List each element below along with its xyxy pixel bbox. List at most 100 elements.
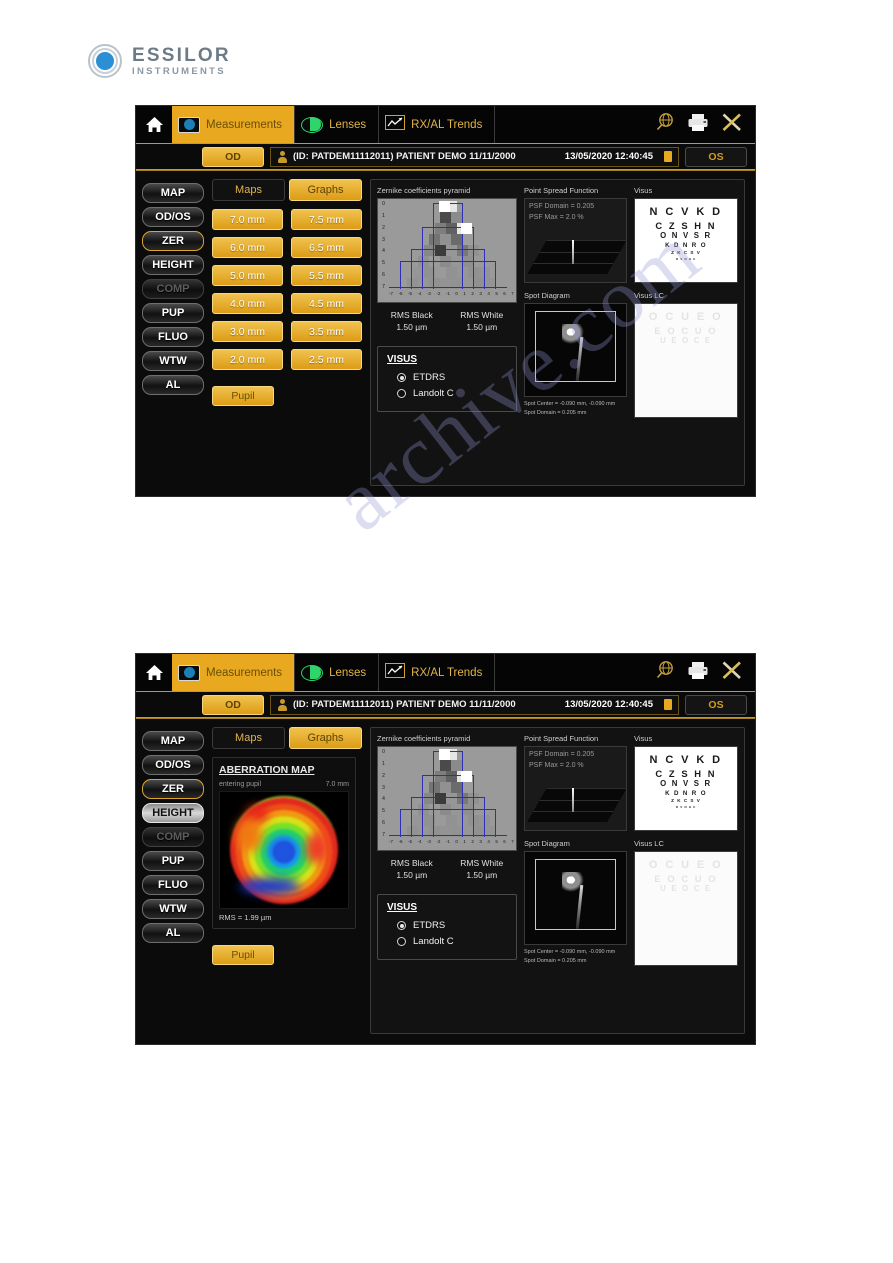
zernike-overlay-line: [411, 249, 485, 250]
diameter-button[interactable]: 5.0 mm: [212, 265, 283, 286]
tab-measurements[interactable]: Measurements: [172, 106, 296, 143]
zernike-cell: [445, 245, 457, 256]
pupil-button[interactable]: Pupil: [212, 945, 274, 965]
radio-etdrs-icon[interactable]: [397, 921, 406, 930]
rail-item-odos[interactable]: OD/OS: [142, 207, 204, 227]
rail-item-zer[interactable]: ZER: [142, 779, 204, 799]
visus-option-landolt[interactable]: Landolt C: [397, 388, 507, 399]
x-tick: 6: [503, 291, 506, 296]
globe-search-icon[interactable]: [655, 660, 675, 685]
rail-item-map[interactable]: MAP: [142, 731, 204, 751]
rail-item-height[interactable]: HEIGHT: [142, 255, 204, 275]
tab-lenses[interactable]: Lenses: [295, 106, 380, 143]
visus-eye-chart[interactable]: N C V K DC Z S H NO N V S RK D N R OZ K …: [634, 198, 738, 283]
spot-diagram-plot[interactable]: [524, 851, 627, 945]
visus-chart-row: D V O H C: [675, 256, 697, 261]
od-button[interactable]: OD: [202, 694, 264, 715]
zernike-cell: [462, 234, 473, 245]
radio-etdrs-icon[interactable]: [397, 373, 406, 382]
tab-graphs[interactable]: Graphs: [289, 727, 362, 749]
home-button[interactable]: [136, 654, 172, 691]
tab-rx-al-trends[interactable]: RX/AL Trends: [379, 654, 496, 691]
screen-body-1: MAP OD/OS ZER HEIGHT COMP PUP FLUO WTW A…: [136, 170, 755, 496]
rail-item-odos[interactable]: OD/OS: [142, 755, 204, 775]
zernike-overlay-line: [433, 203, 434, 289]
diameter-button[interactable]: 2.0 mm: [212, 349, 283, 370]
visus-chart-row: K D N R O: [665, 789, 707, 797]
aberration-map-plot[interactable]: [219, 791, 349, 909]
os-button[interactable]: OS: [685, 146, 747, 167]
visus-selector-1: VISUS ETDRS Landolt C: [377, 346, 517, 412]
visus-chart-row: E O C U O: [654, 872, 718, 884]
visus-option-landolt[interactable]: Landolt C: [397, 936, 507, 947]
pupil-button[interactable]: Pupil: [212, 386, 274, 406]
psf-plot[interactable]: PSF Domain = 0.205 PSF Max = 2.0 %: [524, 746, 627, 831]
rail-item-fluo[interactable]: FLUO: [142, 875, 204, 895]
tools-icon[interactable]: [721, 112, 743, 137]
x-tick: -7: [389, 839, 394, 844]
patient-info[interactable]: (ID: PATDEM11112011) PATIENT DEMO 11/11/…: [270, 146, 679, 167]
radio-landolt-icon[interactable]: [397, 389, 406, 398]
printer-icon[interactable]: [687, 661, 709, 685]
visus-lc-chart[interactable]: O C U E OE O C U OU E O C E: [634, 851, 738, 966]
zernike-pyramid-chart[interactable]: 0 1 2 3 4 5 6 7 -7 -6 -5 -4 -3 -2 -1 0 1 2 3 4 5 6 7: [377, 198, 517, 303]
tab-rx-al-trends[interactable]: RX/AL Trends: [379, 106, 496, 143]
diameter-button[interactable]: 4.0 mm: [212, 293, 283, 314]
tab-measurements[interactable]: Measurements: [172, 654, 296, 691]
os-button[interactable]: OS: [685, 694, 747, 715]
tab-maps[interactable]: Maps: [212, 179, 285, 201]
printer-icon[interactable]: [687, 113, 709, 137]
rail-item-fluo[interactable]: FLUO: [142, 327, 204, 347]
psf-plot[interactable]: PSF Domain = 0.205 PSF Max = 2.0 %: [524, 198, 627, 283]
home-button[interactable]: [136, 106, 172, 143]
zernike-overlay-line: [495, 809, 496, 837]
od-button[interactable]: OD: [202, 146, 264, 167]
zernike-overlay-line: [400, 809, 496, 810]
visus-eye-chart[interactable]: N C V K DC Z S H NO N V S RK D N R OZ K …: [634, 746, 738, 831]
tab-lenses[interactable]: Lenses: [295, 654, 380, 691]
diameter-button[interactable]: 7.5 mm: [291, 209, 362, 230]
zernike-cell: [451, 760, 462, 771]
visus-chart-row: O N V S R: [660, 779, 712, 789]
diameter-button[interactable]: 4.5 mm: [291, 293, 362, 314]
diameter-button[interactable]: 6.5 mm: [291, 237, 362, 258]
rail-item-height[interactable]: HEIGHT: [142, 803, 204, 823]
rail-item-map[interactable]: MAP: [142, 183, 204, 203]
visus-option-etdrs[interactable]: ETDRS: [397, 920, 507, 931]
visus-option-etdrs[interactable]: ETDRS: [397, 372, 507, 383]
diameter-grid-1: 7.0 mm 7.5 mm 6.0 mm 6.5 mm 5.0 mm 5.5 m…: [212, 209, 362, 370]
diameter-button[interactable]: 7.0 mm: [212, 209, 283, 230]
rail-item-al[interactable]: AL: [142, 923, 204, 943]
diameter-button[interactable]: 3.5 mm: [291, 321, 362, 342]
globe-search-icon[interactable]: [655, 112, 675, 137]
radio-landolt-icon[interactable]: [397, 937, 406, 946]
tools-icon[interactable]: [721, 660, 743, 685]
rail-item-wtw[interactable]: WTW: [142, 899, 204, 919]
view-tabs-1: Maps Graphs: [212, 179, 362, 201]
trend-chart-icon: [385, 662, 406, 683]
datetime-text: 13/05/2020 12:40:45: [564, 151, 653, 162]
rail-item-pup[interactable]: PUP: [142, 851, 204, 871]
device-screenshot-2: Measurements Lenses RX/AL Trends OD (ID:…: [135, 653, 756, 1045]
diameter-button[interactable]: 2.5 mm: [291, 349, 362, 370]
zernike-overlay-line: [484, 249, 485, 289]
visus-option-landolt-label: Landolt C: [413, 388, 454, 399]
rail-item-zer[interactable]: ZER: [142, 231, 204, 251]
tab-graphs[interactable]: Graphs: [289, 179, 362, 201]
zernike-overlay-line: [389, 835, 507, 836]
zernike-pyramid-chart[interactable]: 0 1 2 3 4 5 6 7 -7 -6 -5 -4 -3 -2 -1 0 1 2 3 4 5 6 7: [377, 746, 517, 851]
left-rail-1: MAP OD/OS ZER HEIGHT COMP PUP FLUO WTW A…: [142, 179, 204, 486]
diameter-button[interactable]: 6.0 mm: [212, 237, 283, 258]
tab-maps[interactable]: Maps: [212, 727, 285, 749]
diameter-button[interactable]: 5.5 mm: [291, 265, 362, 286]
rail-item-wtw[interactable]: WTW: [142, 351, 204, 371]
brand-subtitle: INSTRUMENTS: [132, 65, 226, 77]
zernike-title: Zernike coefficients pyramid: [377, 734, 471, 743]
diameter-button[interactable]: 3.0 mm: [212, 321, 283, 342]
rail-item-pup[interactable]: PUP: [142, 303, 204, 323]
rail-item-al[interactable]: AL: [142, 375, 204, 395]
patient-info[interactable]: (ID: PATDEM11112011) PATIENT DEMO 11/11/…: [270, 694, 679, 715]
visus-lc-chart[interactable]: O C U E OE O C U OU E O C E: [634, 303, 738, 418]
spot-diagram-plot[interactable]: [524, 303, 627, 397]
tab-lenses-label: Lenses: [329, 666, 367, 679]
